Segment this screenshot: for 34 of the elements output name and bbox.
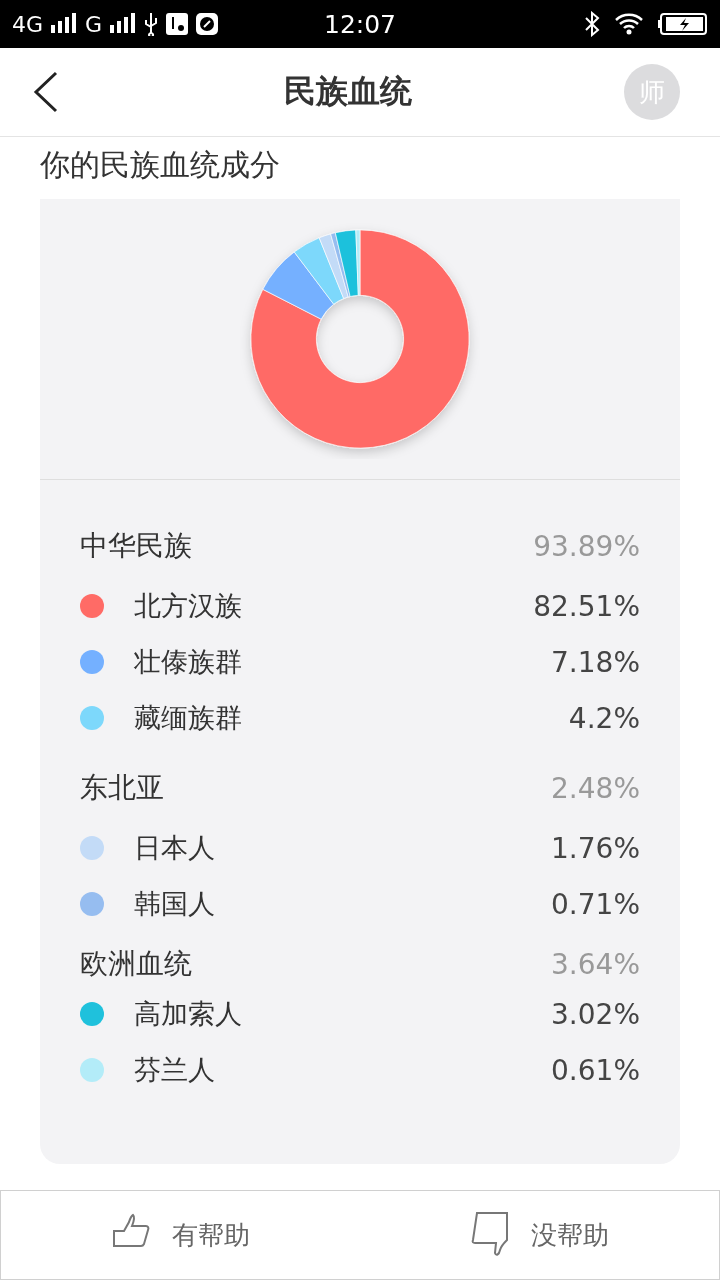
clock-time: 12:07	[324, 9, 397, 39]
group-percent: 2.48%	[551, 771, 640, 805]
thumbs-down-icon	[470, 1211, 511, 1259]
ancestry-percent: 0.61%	[551, 1053, 640, 1087]
page-title: 民族血统	[284, 71, 412, 112]
network-type: G	[85, 11, 103, 37]
group-name: 东北亚	[80, 770, 164, 806]
ancestry-percent: 4.2%	[568, 701, 640, 735]
group-name: 中华民族	[80, 528, 192, 564]
usb-icon	[144, 12, 159, 36]
gauge-icon	[196, 13, 219, 35]
battery-charging-icon	[658, 12, 708, 36]
ancestry-name: 藏缅族群	[134, 701, 242, 735]
group-percent: 3.64%	[551, 947, 640, 981]
ancestry-percent: 3.02%	[551, 997, 640, 1031]
ancestry-percent: 1.76%	[551, 831, 640, 865]
bluetooth-icon	[584, 11, 600, 37]
ancestry-name: 壮傣族群	[134, 645, 242, 679]
ancestry-name: 北方汉族	[134, 589, 242, 623]
ancestry-name: 韩国人	[134, 887, 215, 921]
ancestry-percent: 7.18%	[551, 645, 640, 679]
group-name: 欧洲血统	[80, 946, 192, 982]
ancestry-percent: 82.51%	[533, 589, 640, 623]
group-percent: 93.89%	[533, 529, 640, 563]
ancestry-percent: 0.71%	[551, 887, 640, 921]
section-title: 你的民族血统成分	[39, 146, 281, 184]
signal-icon	[51, 13, 78, 35]
ancestry-name: 芬兰人	[134, 1053, 215, 1087]
usb-settings-icon	[166, 13, 189, 35]
ancestry-name: 高加索人	[134, 997, 242, 1031]
wifi-icon	[614, 12, 644, 36]
ancestry-name: 日本人	[134, 831, 215, 865]
signal-icon	[110, 13, 137, 35]
network-type: 4G	[12, 11, 44, 37]
